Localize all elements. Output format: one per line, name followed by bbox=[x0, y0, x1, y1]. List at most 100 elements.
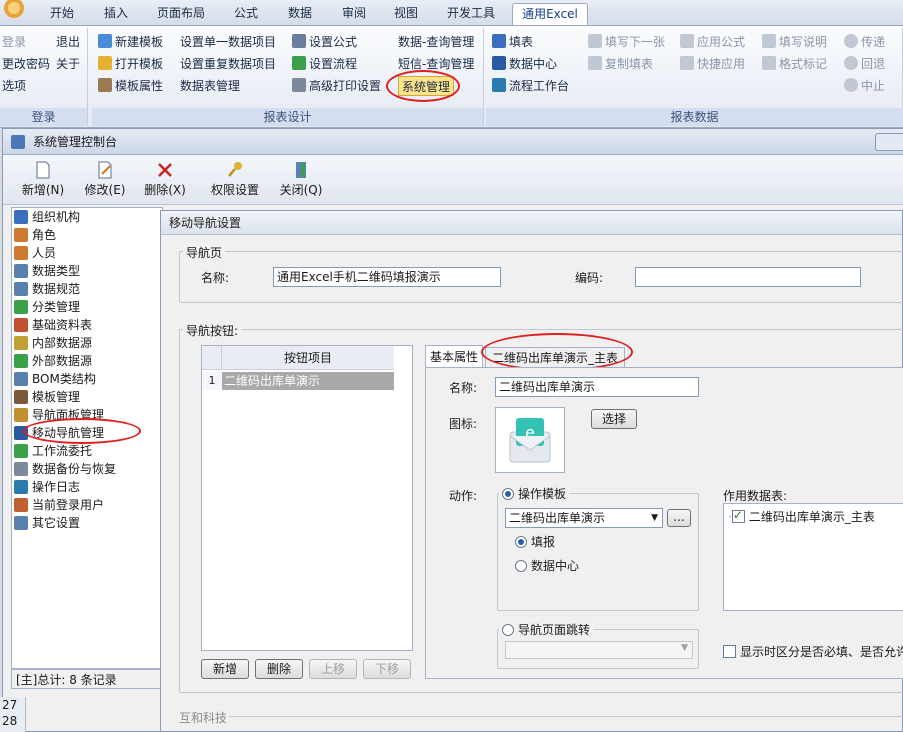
sub-fill-radio[interactable] bbox=[515, 536, 527, 548]
apply-formula-button[interactable]: 应用公式 bbox=[680, 32, 745, 52]
toolbar-new-button[interactable]: 新增(N) bbox=[19, 159, 67, 203]
fill-next-button[interactable]: 填写下一张 bbox=[588, 32, 665, 52]
tab-home[interactable]: 开始 bbox=[44, 3, 80, 25]
set-formula-button[interactable]: 设置公式 bbox=[292, 32, 357, 52]
toolbar-edit-button[interactable]: 修改(E) bbox=[81, 159, 129, 203]
template-properties-button[interactable]: 模板属性 bbox=[98, 76, 163, 96]
icon-preview[interactable]: e bbox=[495, 407, 565, 473]
action-template-label: 操作模板 bbox=[518, 487, 567, 501]
nav-jump-select[interactable]: ▼ bbox=[505, 641, 693, 659]
detail-name-label: 名称: bbox=[449, 381, 478, 395]
set-repeat-item-button[interactable]: 设置重复数据项目 bbox=[180, 54, 276, 74]
tree-item[interactable]: 操作日志 bbox=[12, 478, 162, 496]
advanced-print-button[interactable]: 高级打印设置 bbox=[292, 76, 381, 96]
tab-general-excel[interactable]: 通用Excel bbox=[512, 3, 588, 25]
toolbar-new-label: 新增(N) bbox=[21, 183, 65, 197]
open-template-button[interactable]: 打开模板 bbox=[98, 54, 163, 74]
action-template-radio[interactable] bbox=[502, 488, 514, 500]
datatable-manage-button[interactable]: 数据表管理 bbox=[180, 76, 240, 96]
grid-move-up-button[interactable]: 上移 bbox=[309, 659, 357, 679]
pass-button[interactable]: 传递 bbox=[844, 32, 885, 52]
tab-view[interactable]: 视图 bbox=[388, 3, 424, 25]
grid-header[interactable]: 按钮项目 bbox=[222, 346, 394, 370]
workflow-desk-button[interactable]: 流程工作台 bbox=[492, 76, 569, 96]
data-center-button[interactable]: 数据中心 bbox=[492, 54, 557, 74]
tree-item[interactable]: 内部数据源 bbox=[12, 334, 162, 352]
copy-fill-button[interactable]: 复制填表 bbox=[588, 54, 653, 74]
detail-name-input[interactable]: 二维码出库单演示 bbox=[495, 377, 699, 397]
nav-jump-radio[interactable] bbox=[502, 624, 514, 636]
template-select[interactable]: 二维码出库单演示 ▼ bbox=[505, 508, 663, 528]
new-template-button[interactable]: 新建模板 bbox=[98, 32, 163, 52]
tree-item[interactable]: 角色 bbox=[12, 226, 162, 244]
tree-item[interactable]: 基础资料表 bbox=[12, 316, 162, 334]
tab-developer[interactable]: 开发工具 bbox=[440, 3, 502, 25]
logout-button[interactable]: 退出 bbox=[56, 32, 80, 52]
show-required-checkbox[interactable] bbox=[723, 645, 736, 658]
sub-fill-option[interactable]: 填报 bbox=[515, 533, 555, 550]
set-flow-button[interactable]: 设置流程 bbox=[292, 54, 357, 74]
grid-move-down-button[interactable]: 下移 bbox=[363, 659, 411, 679]
options-button[interactable]: 选项 bbox=[2, 76, 26, 96]
grid-delete-button[interactable]: 删除 bbox=[255, 659, 303, 679]
toolbar-delete-button[interactable]: 删除(X) bbox=[141, 159, 189, 203]
abort-button[interactable]: 中止 bbox=[844, 76, 885, 96]
tab-review[interactable]: 审阅 bbox=[336, 3, 372, 25]
change-password-button[interactable]: 更改密码 bbox=[2, 54, 50, 74]
tree-item[interactable]: BOM类结构 bbox=[12, 370, 162, 388]
nav-jump-option[interactable]: 导航页面跳转 bbox=[499, 621, 594, 638]
icon-select-button[interactable]: 选择 bbox=[591, 409, 637, 429]
formula-icon bbox=[292, 34, 306, 48]
tree-item[interactable]: 当前登录用户 bbox=[12, 496, 162, 514]
fill-form-button[interactable]: 填表 bbox=[492, 32, 533, 52]
quick-apply-button[interactable]: 快捷应用 bbox=[680, 54, 745, 74]
open-template-label: 打开模板 bbox=[115, 57, 164, 71]
chevron-down-icon: ▼ bbox=[651, 513, 658, 523]
nav-jump-chevron-icon: ▼ bbox=[681, 643, 688, 653]
tree-item[interactable]: 其它设置 bbox=[12, 514, 162, 532]
minimize-button[interactable] bbox=[875, 133, 903, 151]
login-button[interactable]: 登录 bbox=[2, 32, 26, 52]
tree-item[interactable]: 数据规范 bbox=[12, 280, 162, 298]
pass-icon bbox=[844, 34, 858, 48]
datatable-item[interactable]: ·二维码出库单演示_主表 bbox=[728, 508, 875, 525]
sub-datacenter-radio[interactable] bbox=[515, 560, 527, 572]
tree-item[interactable]: 组织机构 bbox=[12, 208, 162, 226]
fill-notes-button[interactable]: 填写说明 bbox=[762, 32, 827, 52]
tab-data[interactable]: 数据 bbox=[282, 3, 318, 25]
sub-datacenter-option[interactable]: 数据中心 bbox=[515, 557, 579, 574]
action-template-option[interactable]: 操作模板 bbox=[499, 485, 570, 502]
tab-formulas[interactable]: 公式 bbox=[228, 3, 264, 25]
datatable-item-checkbox[interactable] bbox=[731, 508, 745, 523]
tree-item[interactable]: 数据类型 bbox=[12, 262, 162, 280]
highlight-circle bbox=[386, 70, 460, 102]
toolbar-close-button[interactable]: 关闭(Q) bbox=[277, 159, 325, 203]
nav-code-input[interactable] bbox=[635, 267, 861, 287]
tree-item[interactable]: 数据备份与恢复 bbox=[12, 460, 162, 478]
fill-form-icon bbox=[492, 34, 506, 48]
grid-add-button[interactable]: 新增 bbox=[201, 659, 249, 679]
rollback-button[interactable]: 回退 bbox=[844, 54, 885, 74]
grid-row-cell[interactable]: 二维码出库单演示 bbox=[222, 372, 394, 390]
toolbar-close-label: 关闭(Q) bbox=[279, 183, 323, 197]
footer-brand: 互和科技 bbox=[179, 711, 228, 725]
copy-icon bbox=[588, 56, 602, 70]
tab-basic-properties[interactable]: 基本属性 bbox=[425, 345, 483, 367]
new-template-label: 新建模板 bbox=[115, 35, 164, 49]
format-mark-button[interactable]: 格式标记 bbox=[762, 54, 827, 74]
data-query-manage-button[interactable]: 数据-查询管理 bbox=[398, 32, 474, 52]
set-single-item-button[interactable]: 设置单一数据项目 bbox=[180, 32, 276, 52]
tree-item[interactable]: 外部数据源 bbox=[12, 352, 162, 370]
nav-name-input[interactable]: 通用Excel手机二维码填报演示 bbox=[273, 267, 501, 287]
tree-item[interactable]: 人员 bbox=[12, 244, 162, 262]
tree-item[interactable]: 模板管理 bbox=[12, 388, 162, 406]
tree-item[interactable]: 工作流委托 bbox=[12, 442, 162, 460]
show-required-option[interactable]: 显示时区分是否必填、是否允许 bbox=[723, 643, 903, 660]
template-browse-button[interactable]: ... bbox=[667, 509, 691, 527]
tab-page-layout[interactable]: 页面布局 bbox=[150, 3, 212, 25]
office-button[interactable] bbox=[0, 0, 30, 24]
tree-item[interactable]: 分类管理 bbox=[12, 298, 162, 316]
tab-insert[interactable]: 插入 bbox=[98, 3, 134, 25]
about-button[interactable]: 关于 bbox=[56, 54, 80, 74]
toolbar-permissions-button[interactable]: 权限设置 bbox=[207, 159, 263, 203]
